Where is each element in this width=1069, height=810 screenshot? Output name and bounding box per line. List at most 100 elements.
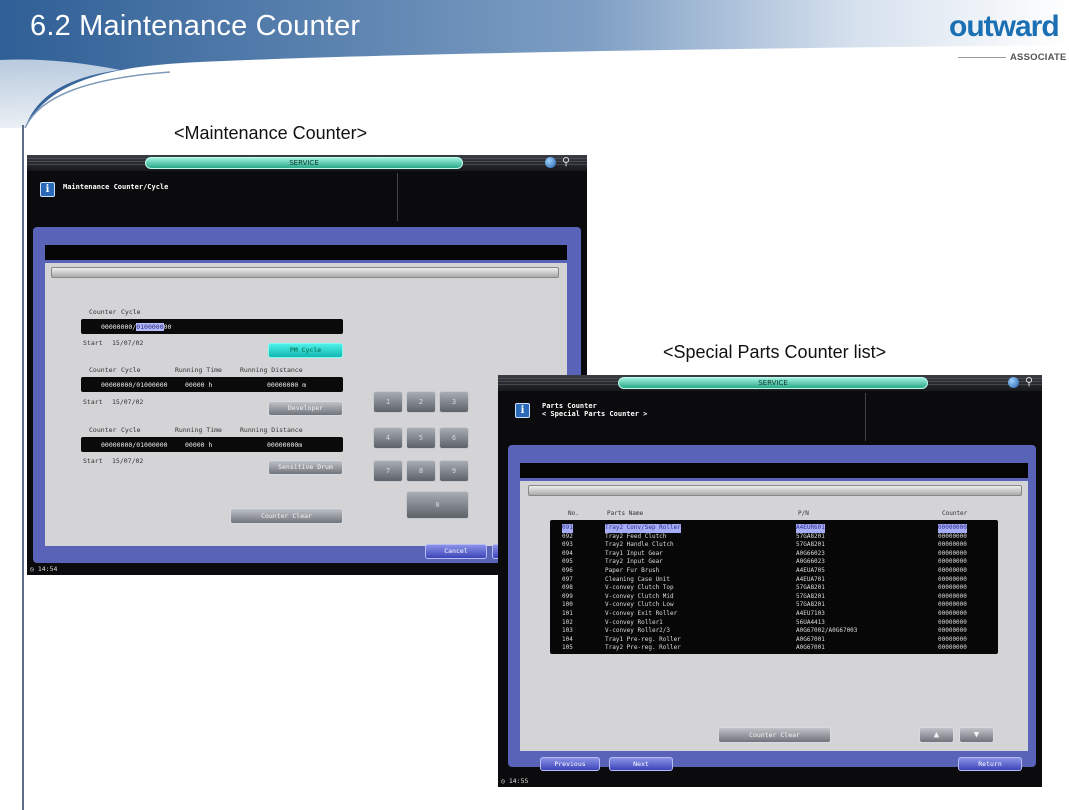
screen-header-title: Maintenance Counter/Cycle [63,183,169,191]
parts-row-name: Tray2 Handle Clutch [605,541,674,549]
table-row[interactable]: 091 Tray2 Conv/Sep Roller A4EUR601 00000000 [550,524,998,533]
table-row[interactable]: 092 Tray2 Feed Clutch 57GA8201 00000000 [550,533,998,542]
parts-row-counter: 00000000 [938,524,967,533]
keypad-4[interactable]: 4 [373,427,403,449]
parts-row-counter: 00000000 [938,618,967,626]
parts-table: 091 Tray2 Conv/Sep Roller A4EUR601 00000000… [550,520,998,654]
pm-cycle-input-highlight[interactable]: 0100000 [136,323,164,331]
scroll-up-button[interactable]: ▲ [919,727,954,743]
parts-row-counter: 00000000 [938,635,967,643]
parts-row-counter: 00000000 [938,575,967,583]
keypad-1[interactable]: 1 [373,391,403,413]
keypad-2[interactable]: 2 [406,391,436,413]
panel-tab [51,267,559,278]
parts-row-pn: A0G67001 [796,635,825,643]
parts-row-name: V-convey Exit Roller [605,610,678,617]
counter-clear-button[interactable]: Counter Clear [718,727,831,743]
caption-maintenance-counter: <Maintenance Counter> [174,123,368,143]
label-running-time: Running Time [175,366,222,374]
cancel-button[interactable]: Cancel [425,544,487,559]
parts-row-counter: 00000000 [938,592,967,600]
keypad-5[interactable]: 5 [406,427,436,449]
table-row[interactable]: 103 V-convey Roller2/3 A0G67002/A0G67003 00… [550,627,998,636]
parts-row-pn: 57GA8201 [796,541,825,549]
parts-row-name: Tray2 Pre-reg. Roller [605,644,681,652]
return-button[interactable]: Return [958,757,1022,771]
table-row[interactable]: 093 Tray2 Handle Clutch 57GA8201 00000000 [550,541,998,550]
table-row[interactable]: 101 V-convey Exit Roller A4EU7103 00000000 [550,610,998,619]
table-row[interactable]: 095 Tray2 Input Gear A0G66023 00000000 [550,558,998,567]
person-icon[interactable]: ⚲ [562,156,570,168]
parts-row-no: 094 [562,549,573,557]
parts-row-pn: A4EUA701 [796,575,825,583]
special-parts-counter-screen: SERVICE ⚲ i Parts Counter < Special Part… [498,375,1042,787]
start-label: Start [83,339,103,347]
start-label: Start [83,457,103,465]
header-divider [397,173,398,221]
drum-counter-value: 00000000/01000000 [101,441,168,449]
table-row[interactable]: 104 Tray1 Pre-reg. Roller A0G67001 00000000 [550,636,998,645]
slide-left-border [22,125,24,810]
start-date: 15/07/02 [112,457,144,465]
keypad-6[interactable]: 6 [439,427,469,449]
table-row[interactable]: 102 V-convey Roller1 56UA4413 00000000 [550,619,998,628]
parts-row-pn: A0G66023 [796,558,825,566]
parts-row-no: 098 [562,584,573,592]
next-button[interactable]: Next [609,757,673,771]
parts-row-counter: 00000000 [938,601,967,609]
parts-row-pn: 56UA4413 [796,618,825,626]
logo: outward [949,10,1060,43]
parts-row-counter: 00000000 [938,610,967,617]
label-counter: Counter [89,308,117,316]
globe-icon[interactable] [545,157,556,168]
person-icon[interactable]: ⚲ [1025,376,1033,388]
table-row[interactable]: 096 Paper Fur Brush A4EUA705 00000000 [550,567,998,576]
parts-row-name: V-convey Roller2/3 [605,627,671,635]
start-label: Start [83,398,103,406]
sensitive-drum-button[interactable]: Sensitive Drum [268,460,343,475]
message-strip [45,245,567,260]
panel-tab [528,485,1022,496]
label-counter: Counter [89,426,117,434]
parts-row-counter: 00000000 [938,567,967,574]
parts-row-no: 093 [562,541,573,549]
table-row[interactable]: 105 Tray2 Pre-reg. Roller A0G67001 00000000 [550,644,998,653]
parts-row-name: V-convey Clutch Top [605,584,674,592]
pm-counter-value: 00000000/010000000 [101,323,172,331]
keypad-0[interactable]: 0 [406,491,469,519]
table-row[interactable]: 097 Cleaning Case Unit A4EUA701 00000000 [550,576,998,585]
parts-row-name: Tray1 Pre-reg. Roller [605,635,681,643]
slide-title: 6.2 Maintenance Counter [30,10,361,42]
globe-icon[interactable] [1008,377,1019,388]
keypad-9[interactable]: 9 [439,460,469,482]
table-row[interactable]: 098 V-convey Clutch Top 57GA8201 00000000 [550,584,998,593]
parts-row-no: 105 [562,644,573,652]
keypad-3[interactable]: 3 [439,391,469,413]
start-date: 15/07/02 [112,398,144,406]
label-running-time: Running Time [175,426,222,434]
table-row[interactable]: 100 V-convey Clutch Low 57GA8201 00000000 [550,601,998,610]
keypad-8[interactable]: 8 [406,460,436,482]
previous-button[interactable]: Previous [540,757,600,771]
developer-button[interactable]: Developer [268,401,343,416]
parts-row-no: 103 [562,627,573,635]
clock: ◷ 14:54 [30,565,58,573]
parts-row-counter: 00000000 [938,532,967,540]
info-icon: i [40,182,55,197]
table-row[interactable]: 094 Tray1 Input Gear A0G66023 00000000 [550,550,998,559]
label-cycle: Cycle [121,308,141,316]
pm-cycle-button[interactable]: PM Cycle [268,343,343,358]
parts-row-name: Tray2 Feed Clutch [605,532,667,540]
column-no: No. [568,510,579,517]
parts-row-pn: 57GA8201 [796,532,825,540]
parts-row-pn: A0G67001 [796,644,825,652]
table-row[interactable]: 099 V-convey Clutch Mid 57GA8201 00000000 [550,593,998,602]
parts-row-no: 101 [562,610,573,617]
counter-clear-button[interactable]: Counter Clear [230,508,343,524]
parts-row-no: 096 [562,567,573,574]
label-running-distance: Running Distance [240,426,303,434]
parts-row-pn: A0G67002/A0G67003 [796,627,858,635]
parts-row-name: V-convey Clutch Low [605,601,674,609]
scroll-down-button[interactable]: ▼ [959,727,994,743]
keypad-7[interactable]: 7 [373,460,403,482]
